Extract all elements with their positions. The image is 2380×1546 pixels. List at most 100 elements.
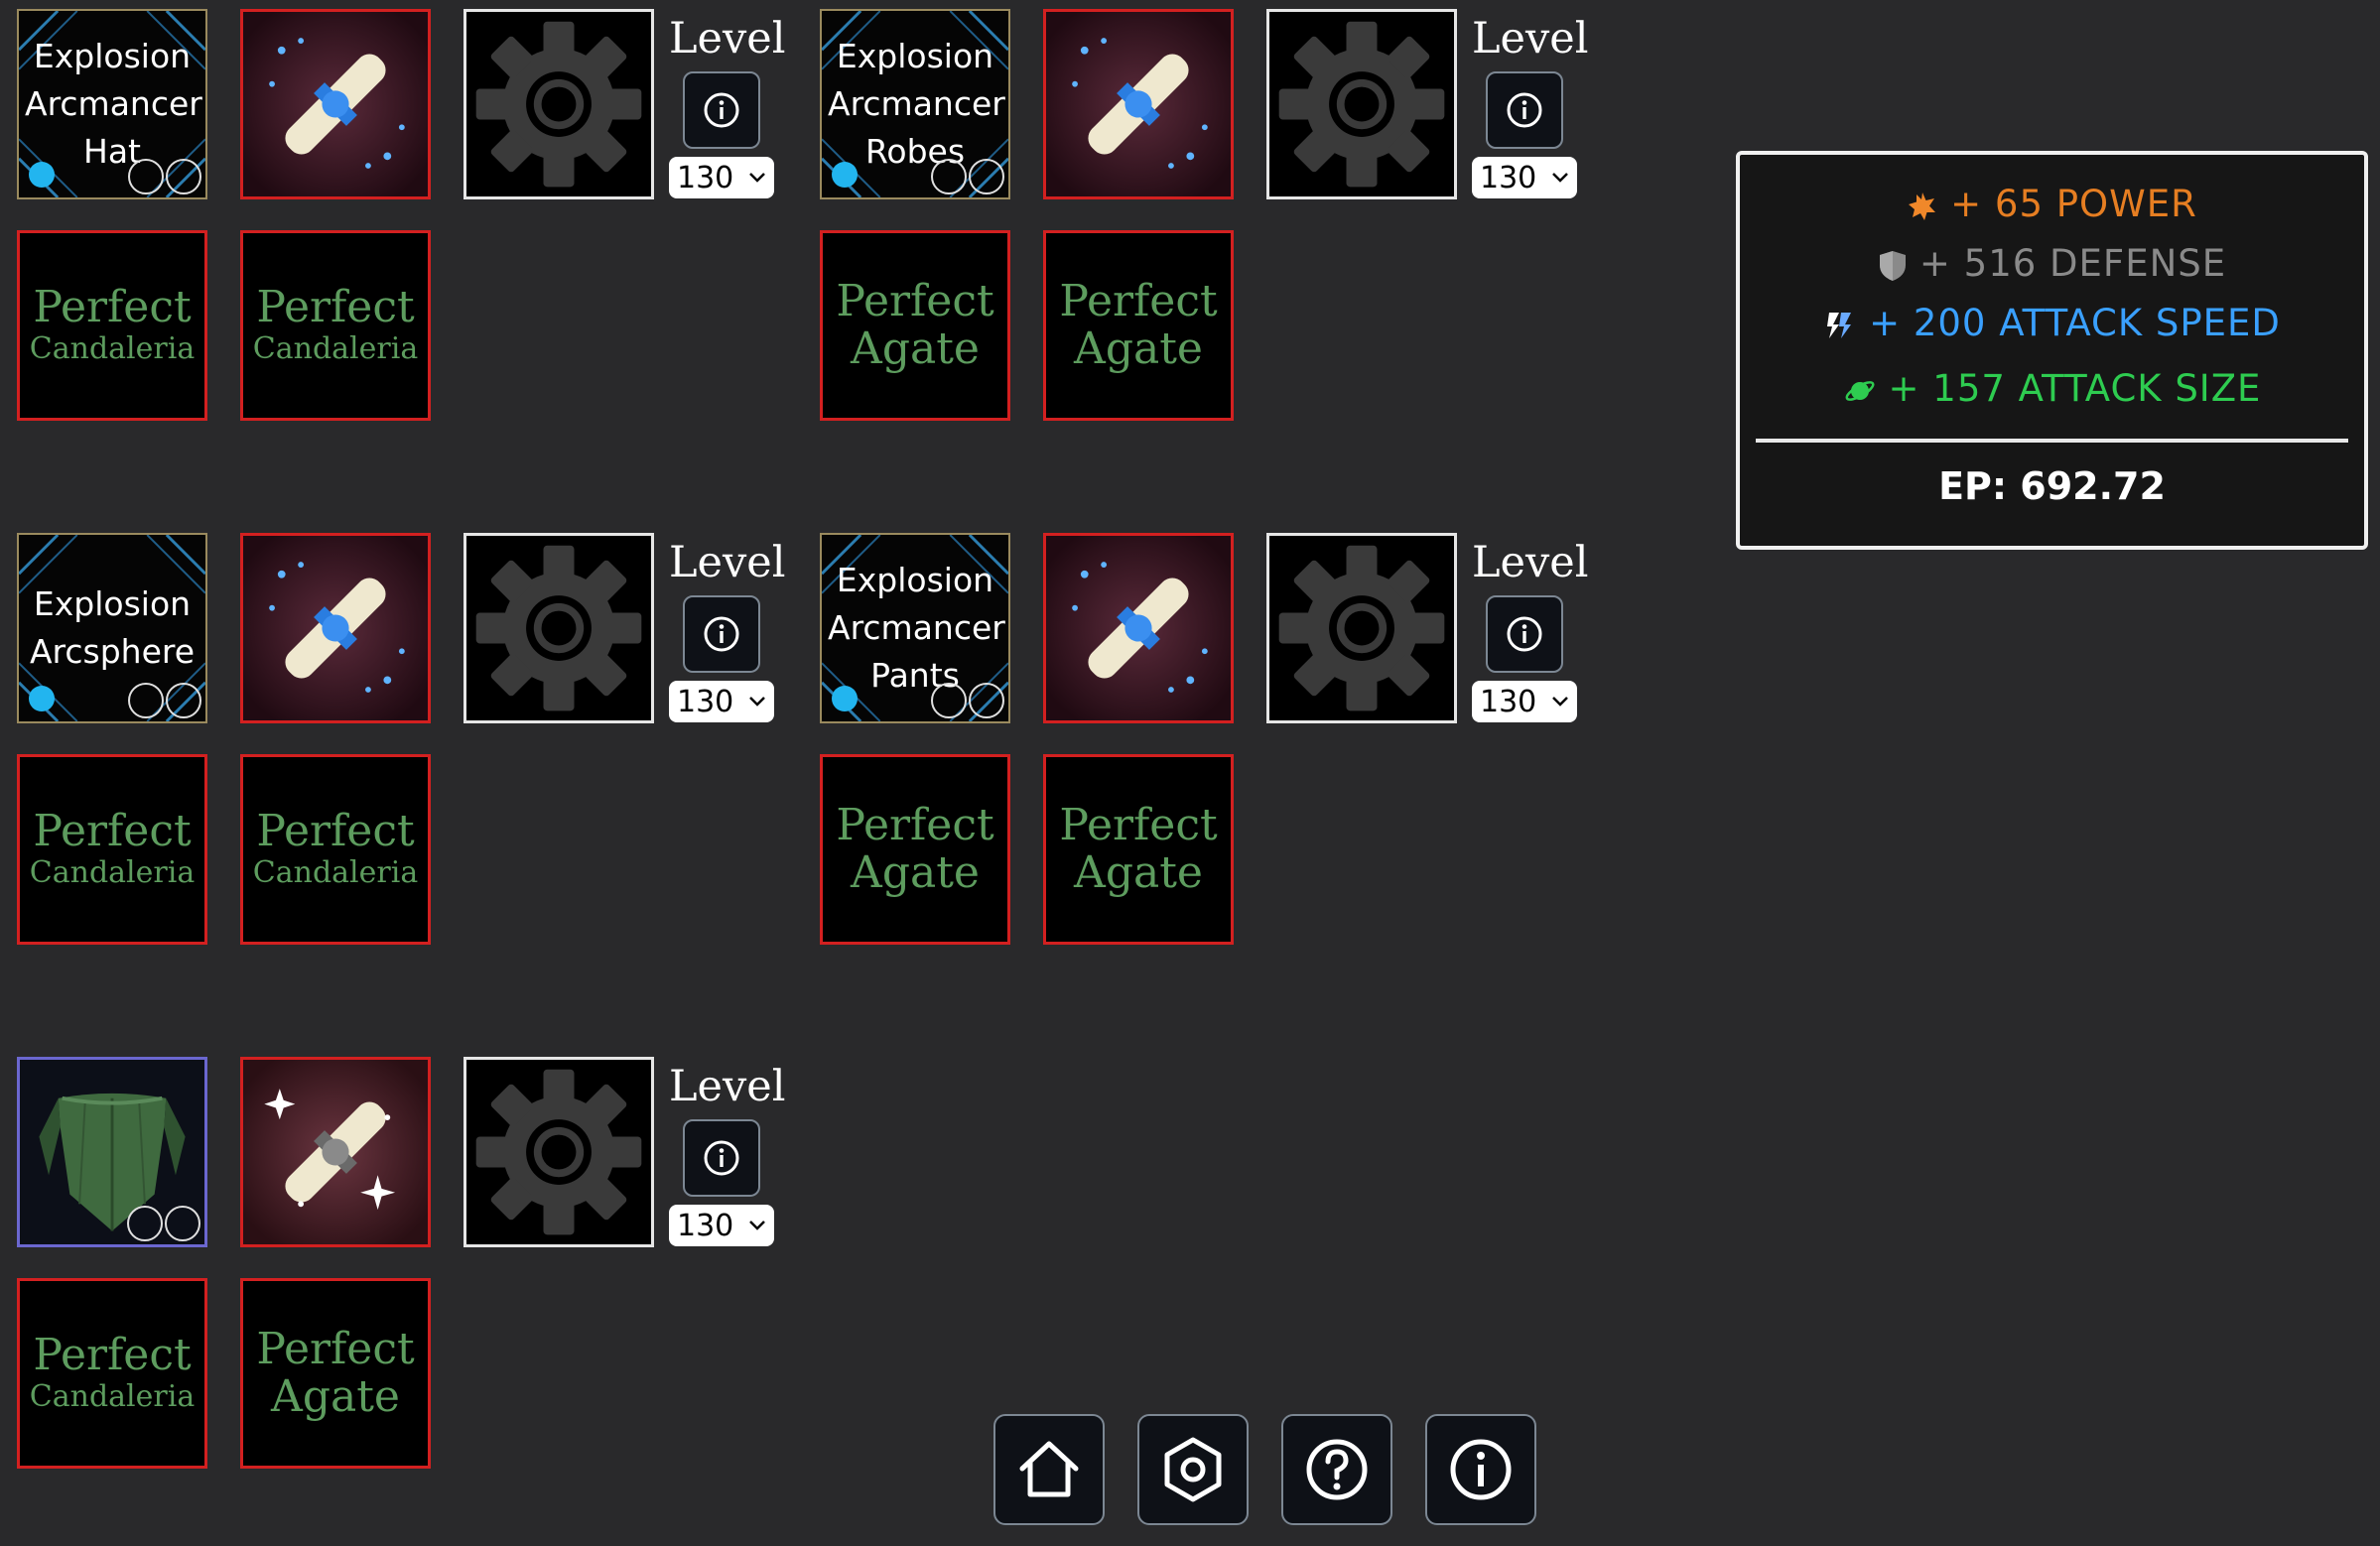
gem-slot[interactable]: Perfect Agate: [820, 754, 1010, 945]
help-button[interactable]: [1281, 1414, 1392, 1525]
rarity-dot: [832, 686, 858, 711]
item-slot[interactable]: Explosion Arcmancer Hat: [17, 9, 207, 199]
level-control: Level 130: [1472, 14, 1589, 198]
item-slot[interactable]: Explosion Arcmancer Pants: [820, 533, 1010, 723]
gear-icon: [475, 1069, 642, 1235]
info-button-main[interactable]: [1425, 1414, 1536, 1525]
gem-socket: [969, 159, 1004, 194]
shield-icon: [1879, 250, 1906, 281]
info-button[interactable]: [1486, 71, 1563, 149]
gem-name: Perfect Candaleria: [29, 806, 196, 891]
enchant-scroll-slot[interactable]: [1043, 533, 1234, 723]
item-slot[interactable]: [17, 1057, 207, 1247]
rarity-dot: [832, 162, 858, 188]
home-button[interactable]: [993, 1414, 1105, 1525]
rarity-dot: [29, 686, 55, 711]
level-value: 130: [677, 160, 734, 195]
chevron-down-icon: [1552, 697, 1568, 707]
level-select[interactable]: 130: [1472, 681, 1577, 722]
blue-scroll-icon: [243, 536, 428, 720]
info-button[interactable]: [683, 71, 760, 149]
gem-socket: [166, 159, 201, 194]
gear-icon: [475, 21, 642, 188]
level-control: Level 130: [669, 14, 786, 198]
gem-slot[interactable]: Perfect Agate: [1043, 754, 1234, 945]
white-scroll-icon: [243, 1060, 428, 1244]
gem-name: Perfect Agate: [836, 800, 994, 898]
level-value: 130: [1480, 160, 1537, 195]
info-button[interactable]: [683, 595, 760, 673]
gem-name: Perfect Candaleria: [252, 282, 419, 367]
upgrade-slot[interactable]: [463, 9, 654, 199]
upgrade-slot[interactable]: [1266, 9, 1457, 199]
level-label: Level: [669, 14, 786, 64]
stat-attack-speed: + 200 ATTACK SPEED: [1740, 302, 2364, 344]
item-name: Explosion Arcmancer Pants: [828, 561, 1005, 695]
chevron-down-icon: [749, 173, 765, 183]
level-select[interactable]: 130: [1472, 157, 1577, 198]
chevron-down-icon: [749, 1221, 765, 1230]
gem-name: Perfect Agate: [1059, 276, 1218, 374]
gem-name: Perfect Agate: [256, 1324, 415, 1422]
level-label: Level: [1472, 14, 1589, 64]
item-name: Explosion Arcmancer Robes: [828, 37, 1005, 171]
info-icon: [1507, 616, 1542, 652]
gem-slot[interactable]: Perfect Candaleria: [17, 1278, 207, 1469]
level-select[interactable]: 130: [669, 157, 774, 198]
gem-slot[interactable]: Perfect Candaleria: [240, 754, 431, 945]
level-select[interactable]: 130: [669, 1205, 774, 1246]
home-icon: [1019, 1441, 1079, 1497]
item-name: Explosion Arcsphere: [29, 584, 196, 671]
info-button[interactable]: [1486, 595, 1563, 673]
stat-attack-size: + 157 ATTACK SIZE: [1740, 367, 2364, 410]
ep-value: EP: 692.72: [1938, 464, 2166, 508]
lightning-icon: [1827, 312, 1852, 338]
item-slot[interactable]: Explosion Arcsphere: [17, 533, 207, 723]
info-icon: [1507, 92, 1542, 128]
info-button[interactable]: [683, 1119, 760, 1197]
gem-slot[interactable]: Perfect Candaleria: [17, 230, 207, 421]
help-icon: [1306, 1439, 1368, 1500]
gem-socket: [127, 1206, 163, 1241]
level-value: 130: [1480, 684, 1537, 719]
gem-socket: [166, 683, 201, 718]
stat-defense: + 516 DEFENSE: [1740, 242, 2364, 285]
level-select[interactable]: 130: [669, 681, 774, 722]
info-icon: [1450, 1439, 1512, 1500]
gear-icon: [475, 545, 642, 711]
gear-icon: [1278, 545, 1445, 711]
stats-divider: [1756, 439, 2348, 443]
level-label: Level: [669, 1062, 786, 1111]
gem-socket: [969, 683, 1004, 718]
gem-slot[interactable]: Perfect Candaleria: [240, 230, 431, 421]
enchant-scroll-slot[interactable]: [240, 9, 431, 199]
level-control: Level 130: [669, 538, 786, 722]
level-label: Level: [669, 538, 786, 587]
stat-power: + 65 POWER: [1740, 183, 2364, 225]
blue-scroll-icon: [243, 12, 428, 196]
gem-slot[interactable]: Perfect Candaleria: [17, 754, 207, 945]
enchant-scroll-slot[interactable]: [240, 533, 431, 723]
level-value: 130: [677, 1208, 734, 1243]
gem-slot[interactable]: Perfect Agate: [240, 1278, 431, 1469]
upgrade-slot[interactable]: [1266, 533, 1457, 723]
gem-socket: [128, 683, 164, 718]
gem-socket: [128, 159, 164, 194]
settings-button[interactable]: [1137, 1414, 1249, 1525]
chevron-down-icon: [1552, 173, 1568, 183]
enchant-scroll-slot[interactable]: [1043, 9, 1234, 199]
planet-icon: [1845, 380, 1875, 401]
gem-slot[interactable]: Perfect Agate: [820, 230, 1010, 421]
gem-socket: [165, 1206, 200, 1241]
upgrade-slot[interactable]: [463, 533, 654, 723]
upgrade-slot[interactable]: [463, 1057, 654, 1247]
chevron-down-icon: [749, 697, 765, 707]
gear-icon: [1278, 21, 1445, 188]
info-icon: [704, 1140, 739, 1176]
item-name: Explosion Arcmancer Hat: [25, 37, 202, 171]
blue-scroll-icon: [1046, 536, 1231, 720]
enchant-scroll-slot[interactable]: [240, 1057, 431, 1247]
gem-slot[interactable]: Perfect Agate: [1043, 230, 1234, 421]
item-slot[interactable]: Explosion Arcmancer Robes: [820, 9, 1010, 199]
level-control: Level 130: [1472, 538, 1589, 722]
